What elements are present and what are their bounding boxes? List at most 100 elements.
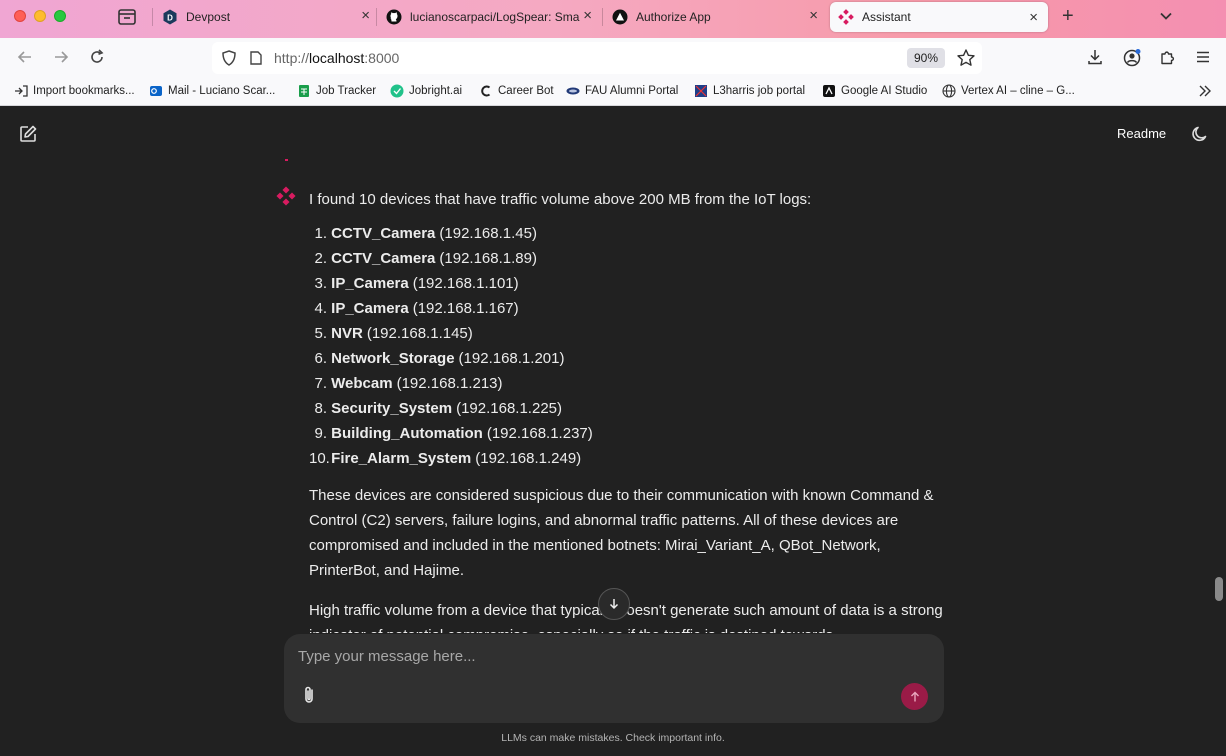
device-name: Webcam — [327, 375, 393, 392]
device-ip: (192.168.1.145) — [366, 325, 473, 342]
chevron-double-right-icon[interactable] — [1198, 84, 1212, 101]
address-bar[interactable]: http://localhost:8000 90% — [212, 42, 982, 74]
message-composer — [284, 634, 944, 723]
tab-close-icon[interactable]: × — [1029, 10, 1038, 25]
tab-title: Assistant — [862, 10, 911, 24]
window-minimize-button[interactable] — [34, 10, 46, 22]
scroll-to-bottom-button[interactable] — [598, 588, 630, 620]
github-icon — [386, 9, 402, 25]
bookmark-google-ai-studio[interactable]: Google AI Studio — [822, 84, 927, 98]
bookmark-import[interactable]: Import bookmarks... — [14, 84, 135, 98]
outlook-icon — [149, 84, 163, 98]
bookmark-l3harris[interactable]: L3harris job portal — [694, 84, 805, 98]
list-number: 5. — [314, 325, 327, 342]
career-bot-icon — [479, 84, 493, 98]
arrow-down-icon — [609, 599, 619, 610]
globe-icon — [942, 84, 956, 98]
reload-icon[interactable] — [88, 48, 106, 71]
import-icon — [14, 84, 28, 98]
readme-link[interactable]: Readme — [1117, 126, 1166, 141]
forward-arrow-icon[interactable] — [52, 48, 70, 71]
device-name: IP_Camera — [327, 300, 409, 317]
page-info-icon[interactable] — [248, 50, 264, 71]
device-list-item: 1. CCTV_Camera (192.168.1.45) — [309, 221, 949, 246]
message-paragraph: These devices are considered suspicious … — [309, 487, 934, 579]
tab-logspear-github[interactable]: lucianoscarpaci/LogSpear: Smar × — [386, 0, 602, 33]
device-name: Security_System — [327, 400, 453, 417]
bookmark-fau-alumni[interactable]: FAU Alumni Portal — [566, 84, 678, 98]
navigation-toolbar: http://localhost:8000 90% — [0, 38, 1226, 78]
zoom-level-badge[interactable]: 90% — [907, 48, 946, 68]
assistant-message: I found 10 devices that have traffic vol… — [0, 159, 1226, 633]
moon-icon[interactable] — [1191, 125, 1209, 148]
l3harris-icon — [694, 84, 708, 98]
device-ip: (192.168.1.213) — [396, 375, 503, 392]
account-icon[interactable] — [1122, 48, 1142, 73]
list-number: 6. — [314, 350, 327, 367]
download-icon[interactable] — [1086, 48, 1104, 71]
shield-icon[interactable] — [220, 49, 238, 72]
device-list-item: 3. IP_Camera (192.168.1.101) — [309, 271, 949, 296]
window-zoom-button[interactable] — [54, 10, 66, 22]
device-ip: (192.168.1.201) — [458, 350, 565, 367]
ai-studio-icon — [822, 84, 836, 98]
tab-devpost[interactable]: D Devpost × — [162, 0, 380, 33]
device-ip: (192.168.1.45) — [439, 225, 537, 242]
bookmark-job-tracker[interactable]: Job Tracker — [297, 84, 376, 98]
device-list-item: 10. Fire_Alarm_System (192.168.1.249) — [309, 446, 949, 471]
extensions-puzzle-icon[interactable] — [1159, 48, 1177, 71]
device-list-item: 6. Network_Storage (192.168.1.201) — [309, 346, 949, 371]
tab-groups-icon[interactable] — [116, 7, 138, 27]
new-tab-icon[interactable]: + — [1062, 6, 1074, 26]
bookmark-vertex-ai[interactable]: Vertex AI – cline – G... — [942, 84, 1075, 98]
device-name: Fire_Alarm_System — [327, 450, 472, 467]
assistant-app: Readme I found 10 devices that have traf… — [0, 107, 1226, 756]
app-header: Readme — [0, 107, 1226, 159]
previous-message-marker — [285, 159, 288, 161]
url-text: http://localhost:8000 — [274, 50, 400, 66]
chevron-down-icon[interactable] — [1158, 8, 1174, 29]
device-name: CCTV_Camera — [327, 225, 436, 242]
device-ip: (192.168.1.167) — [412, 300, 519, 317]
list-number: 7. — [314, 375, 327, 392]
tab-title: Authorize App — [636, 9, 711, 24]
svg-text:D: D — [167, 13, 173, 22]
device-list-item: 4. IP_Camera (192.168.1.167) — [309, 296, 949, 321]
paperclip-icon[interactable] — [301, 685, 317, 710]
list-number: 10. — [309, 450, 330, 467]
tab-close-icon[interactable]: × — [809, 8, 818, 23]
browser-tab-strip: D Devpost × lucianoscarpaci/LogSpear: Sm… — [0, 0, 1226, 38]
list-number: 1. — [314, 225, 327, 242]
device-list-item: 8. Security_System (192.168.1.225) — [309, 396, 949, 421]
send-button[interactable] — [901, 683, 928, 710]
tab-title: Devpost — [186, 9, 231, 24]
bookmark-jobright[interactable]: Jobright.ai — [390, 84, 462, 98]
new-chat-edit-icon[interactable] — [18, 124, 38, 149]
message-input[interactable] — [298, 644, 898, 668]
scrollbar-thumb[interactable] — [1215, 577, 1223, 601]
device-name: Building_Automation — [327, 425, 483, 442]
message-content: I found 10 devices that have traffic vol… — [309, 187, 949, 633]
tab-assistant[interactable]: Assistant × — [830, 2, 1048, 32]
bookmarks-bar: Import bookmarks... Mail - Luciano Scar.… — [0, 78, 1226, 106]
window-close-button[interactable] — [14, 10, 26, 22]
device-ip: (192.168.1.101) — [412, 275, 519, 292]
tab-close-icon[interactable]: × — [361, 8, 370, 23]
device-name: NVR — [327, 325, 363, 342]
bookmark-star-icon[interactable] — [956, 48, 976, 73]
device-ip: (192.168.1.237) — [486, 425, 593, 442]
list-number: 8. — [314, 400, 327, 417]
disclaimer-text: LLMs can make mistakes. Check important … — [501, 732, 725, 744]
tab-title: lucianoscarpaci/LogSpear: Smar — [410, 9, 580, 24]
bookmark-mail[interactable]: Mail - Luciano Scar... — [149, 84, 275, 98]
back-arrow-icon[interactable] — [16, 48, 34, 71]
bookmark-career-bot[interactable]: Career Bot — [479, 84, 554, 98]
devpost-icon: D — [162, 9, 178, 25]
hamburger-menu-icon[interactable] — [1194, 48, 1212, 71]
scrollbar-track[interactable] — [1212, 162, 1224, 632]
device-name: IP_Camera — [327, 275, 409, 292]
tab-close-icon[interactable]: × — [583, 8, 592, 23]
tab-authorize-app[interactable]: Authorize App × — [612, 0, 828, 33]
arrow-up-icon — [910, 691, 919, 701]
assistant-logo-icon — [838, 9, 854, 25]
